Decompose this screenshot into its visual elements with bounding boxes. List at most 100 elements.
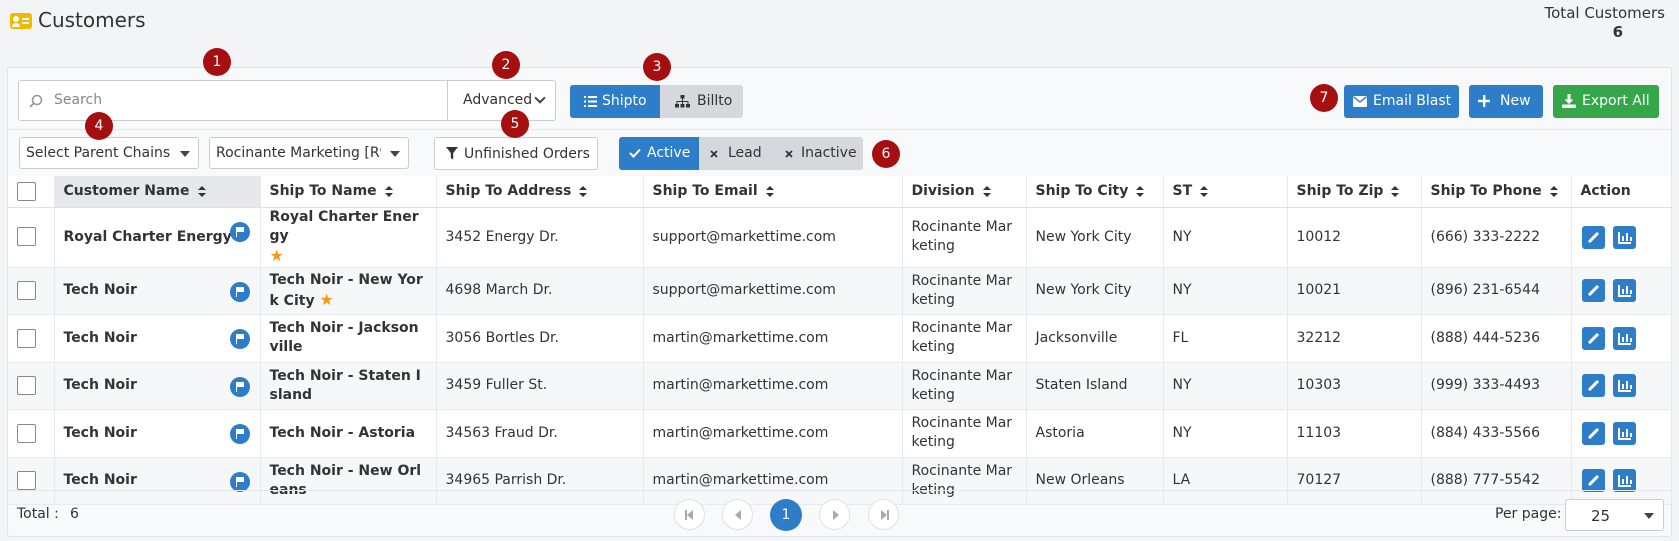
column-header-division[interactable]: Division: [902, 176, 1027, 208]
prev-page-button[interactable]: [722, 499, 753, 530]
bar-chart-icon[interactable]: [1612, 279, 1636, 303]
first-page-button[interactable]: [674, 499, 705, 530]
customer-name[interactable]: Tech Noir: [64, 425, 137, 441]
ship-to-name[interactable]: Royal Charter Energy: [270, 209, 419, 244]
row-checkbox[interactable]: [17, 471, 36, 490]
status-lead-toggle[interactable]: Lead: [699, 137, 773, 170]
table-row[interactable]: Royal Charter Energy Royal Charter Energ…: [8, 207, 1672, 268]
ship-to-name[interactable]: Tech Noir - Jacksonville: [270, 320, 419, 355]
column-header-ship-to-email[interactable]: Ship To Email: [643, 176, 903, 208]
edit-pencil-icon[interactable]: [1581, 374, 1605, 398]
unfinished-orders-button[interactable]: Unfinished Orders: [434, 137, 598, 170]
new-customer-button[interactable]: New: [1469, 85, 1543, 118]
ship-to-city: Jacksonville: [1026, 314, 1164, 363]
table-row[interactable]: Tech Noir Tech Noir - Jacksonville 3056 …: [8, 314, 1672, 363]
email-blast-button[interactable]: Email Blast: [1344, 85, 1459, 118]
column-header-ship-to-address[interactable]: Ship To Address: [436, 176, 644, 208]
column-header-ship-to-city[interactable]: Ship To City: [1026, 176, 1164, 208]
row-checkbox[interactable]: [17, 227, 36, 247]
ship-to-city: New York City: [1026, 207, 1164, 268]
chevron-down-icon: [534, 92, 546, 104]
flag-icon[interactable]: [229, 471, 250, 492]
table-row[interactable]: Tech Noir Tech Noir - Astoria 34563 Frau…: [8, 409, 1672, 458]
sort-icon: [1391, 185, 1400, 197]
status-inactive-toggle[interactable]: Inactive: [773, 137, 863, 170]
edit-pencil-icon[interactable]: [1581, 279, 1605, 303]
chevron-left-icon: [735, 510, 741, 520]
sort-icon: [765, 185, 774, 197]
division-value: Rocinante Marketing [R94: [216, 145, 381, 161]
ship-to-name[interactable]: Tech Noir - New Orleans: [270, 463, 422, 498]
edit-pencil-icon[interactable]: [1581, 421, 1605, 445]
unfinished-orders-label: Unfinished Orders: [464, 146, 590, 162]
ship-to-phone: (666) 333-2222: [1421, 207, 1572, 268]
customers-table: Customer Name Ship To Name Ship To Addre…: [8, 176, 1672, 505]
customer-name[interactable]: Tech Noir: [64, 282, 137, 298]
sort-icon: [579, 185, 588, 197]
bar-chart-icon[interactable]: [1612, 326, 1636, 350]
ship-to-city: New York City: [1026, 267, 1164, 315]
bar-chart-icon[interactable]: [1612, 421, 1636, 445]
edit-pencil-icon[interactable]: [1581, 225, 1605, 249]
page-1-button[interactable]: 1: [770, 499, 802, 531]
edit-pencil-icon[interactable]: [1581, 469, 1605, 493]
column-header-ship-to-zip[interactable]: Ship To Zip: [1287, 176, 1422, 208]
table-row[interactable]: Tech Noir Tech Noir - New York City ★ 46…: [8, 267, 1672, 315]
edit-pencil-icon[interactable]: [1581, 326, 1605, 350]
flag-icon[interactable]: [229, 221, 250, 242]
shipto-toggle-button[interactable]: Shipto: [570, 85, 660, 118]
annotation-marker-2: 2: [492, 51, 520, 79]
table-row[interactable]: Tech Noir Tech Noir - Staten Island 3459…: [8, 362, 1672, 410]
last-page-button[interactable]: [868, 499, 899, 530]
sort-icon: [982, 185, 991, 197]
ship-to-city: New Orleans: [1026, 457, 1164, 505]
bar-chart-icon[interactable]: [1612, 225, 1636, 249]
ship-to-name[interactable]: Tech Noir - Staten Island: [270, 368, 421, 403]
ship-to-zip: 10303: [1287, 362, 1422, 410]
division-select[interactable]: Rocinante Marketing [R94: [209, 137, 409, 169]
status-lead-label: Lead: [728, 145, 762, 161]
flag-icon[interactable]: [229, 424, 250, 444]
per-page-select[interactable]: 25: [1565, 499, 1664, 531]
customer-name[interactable]: Tech Noir: [64, 377, 137, 393]
table-row[interactable]: Tech Noir Tech Noir - New Orleans 34965 …: [8, 457, 1672, 505]
division: Rocinante Marketing: [902, 457, 1027, 505]
column-header-ship-to-phone[interactable]: Ship To Phone: [1421, 176, 1572, 208]
ship-to-email: martin@markettime.com: [643, 362, 903, 410]
annotation-marker-5: 5: [501, 110, 529, 138]
select-all-checkbox[interactable]: [17, 181, 36, 201]
total-customers-value: 6: [1612, 23, 1623, 41]
export-all-button[interactable]: Export All: [1553, 85, 1659, 118]
bar-chart-icon[interactable]: [1612, 374, 1636, 398]
row-checkbox[interactable]: [17, 281, 36, 300]
billto-toggle-button[interactable]: Billto: [660, 85, 743, 118]
row-checkbox[interactable]: [17, 423, 36, 443]
division: Rocinante Marketing: [902, 409, 1027, 458]
flag-icon[interactable]: [229, 329, 250, 349]
row-checkbox[interactable]: [17, 328, 36, 348]
ship-to-state: NY: [1163, 207, 1288, 268]
flag-icon[interactable]: [229, 376, 250, 397]
column-header-customer-name[interactable]: Customer Name: [54, 176, 261, 208]
flag-icon[interactable]: [229, 281, 250, 302]
sort-icon: [1549, 185, 1558, 197]
customer-name[interactable]: Royal Charter Energy: [64, 229, 232, 245]
parent-chains-select[interactable]: Select Parent Chains: [19, 137, 199, 169]
column-header-ship-to-name[interactable]: Ship To Name: [260, 176, 437, 208]
status-active-toggle[interactable]: Active: [619, 137, 699, 170]
row-checkbox[interactable]: [17, 376, 36, 395]
customer-name[interactable]: Tech Noir: [64, 472, 137, 488]
ship-to-address: 3056 Bortles Dr.: [436, 314, 644, 363]
ship-to-name[interactable]: Tech Noir - New York City: [270, 272, 423, 309]
next-page-button[interactable]: [819, 499, 850, 530]
annotation-marker-7: 7: [1310, 84, 1338, 112]
check-icon: [629, 148, 641, 158]
sort-icon: [1200, 185, 1209, 197]
customer-name[interactable]: Tech Noir: [64, 330, 137, 346]
bar-chart-icon[interactable]: [1612, 469, 1636, 493]
ship-to-zip: 70127: [1287, 457, 1422, 505]
star-icon: ★: [269, 245, 284, 265]
column-header-st[interactable]: ST: [1163, 176, 1288, 208]
export-all-label: Export All: [1582, 93, 1650, 109]
ship-to-name[interactable]: Tech Noir - Astoria: [270, 425, 416, 441]
